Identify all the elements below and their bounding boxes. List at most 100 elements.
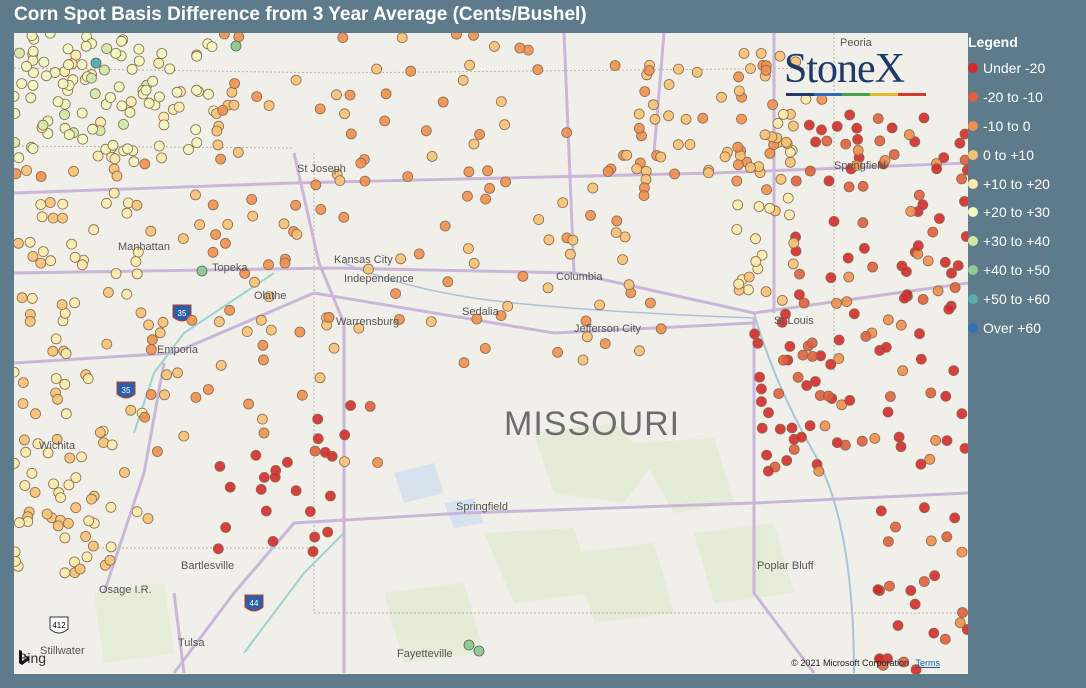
basis-marker[interactable]: [743, 284, 754, 296]
basis-marker[interactable]: [41, 70, 52, 82]
basis-marker[interactable]: [929, 570, 940, 582]
basis-marker[interactable]: [21, 61, 32, 72]
basis-marker[interactable]: [621, 149, 633, 161]
basis-marker[interactable]: [833, 334, 845, 346]
basis-marker[interactable]: [732, 199, 744, 211]
basis-marker[interactable]: [731, 224, 743, 235]
basis-marker[interactable]: [145, 389, 157, 400]
basis-marker[interactable]: [27, 45, 39, 57]
basis-marker[interactable]: [463, 166, 475, 178]
basis-marker[interactable]: [831, 121, 843, 132]
basis-marker[interactable]: [191, 84, 202, 96]
basis-marker[interactable]: [857, 180, 869, 192]
basis-marker[interactable]: [315, 203, 327, 215]
basis-marker[interactable]: [959, 154, 968, 166]
basis-marker[interactable]: [860, 330, 872, 342]
basis-marker[interactable]: [502, 300, 514, 312]
basis-marker[interactable]: [867, 261, 878, 273]
basis-marker[interactable]: [76, 451, 87, 463]
basis-marker[interactable]: [914, 328, 925, 340]
basis-marker[interactable]: [813, 465, 825, 477]
basis-marker[interactable]: [468, 257, 480, 269]
basis-marker[interactable]: [648, 99, 659, 111]
basis-marker[interactable]: [83, 515, 95, 527]
basis-marker[interactable]: [105, 501, 117, 513]
basis-marker[interactable]: [543, 234, 555, 246]
basis-marker[interactable]: [684, 139, 696, 150]
basis-marker[interactable]: [750, 233, 761, 245]
basis-marker[interactable]: [104, 554, 116, 566]
basis-marker[interactable]: [840, 138, 852, 150]
basis-marker[interactable]: [474, 129, 486, 140]
basis-marker[interactable]: [26, 292, 38, 304]
basis-marker[interactable]: [733, 159, 744, 171]
basis-marker[interactable]: [312, 413, 324, 425]
basis-marker[interactable]: [787, 120, 799, 132]
basis-marker[interactable]: [781, 455, 793, 466]
basis-marker[interactable]: [371, 63, 383, 75]
basis-marker[interactable]: [395, 253, 407, 265]
basis-marker[interactable]: [565, 248, 576, 260]
basis-marker[interactable]: [901, 266, 912, 278]
basis-marker[interactable]: [60, 408, 72, 420]
basis-marker[interactable]: [224, 304, 236, 316]
basis-marker[interactable]: [645, 297, 656, 309]
basis-marker[interactable]: [122, 143, 133, 155]
basis-marker[interactable]: [121, 288, 133, 300]
legend-item[interactable]: Over +60: [968, 313, 1086, 342]
basis-marker[interactable]: [334, 175, 346, 187]
map-panel[interactable]: 35 35 44 412 Peoria Springfield St Joseph Manh…: [14, 33, 968, 674]
basis-marker[interactable]: [345, 128, 357, 140]
basis-marker[interactable]: [44, 33, 56, 39]
basis-marker[interactable]: [396, 33, 408, 44]
basis-marker[interactable]: [425, 316, 437, 328]
basis-marker[interactable]: [191, 137, 203, 148]
basis-marker[interactable]: [35, 199, 47, 210]
basis-marker[interactable]: [202, 384, 214, 395]
basis-marker[interactable]: [99, 64, 110, 76]
basis-marker[interactable]: [14, 168, 22, 180]
basis-marker[interactable]: [959, 443, 968, 454]
basis-marker[interactable]: [561, 127, 573, 138]
basis-marker[interactable]: [339, 456, 351, 468]
basis-marker[interactable]: [480, 193, 492, 205]
basis-marker[interactable]: [314, 372, 326, 384]
basis-marker[interactable]: [810, 136, 821, 148]
basis-marker[interactable]: [895, 319, 907, 331]
basis-marker[interactable]: [113, 81, 125, 93]
basis-marker[interactable]: [790, 175, 802, 187]
basis-marker[interactable]: [131, 199, 143, 211]
basis-marker[interactable]: [55, 492, 66, 504]
basis-marker[interactable]: [852, 145, 864, 156]
basis-marker[interactable]: [917, 199, 929, 211]
basis-marker[interactable]: [26, 33, 38, 42]
basis-marker[interactable]: [171, 86, 183, 98]
basis-marker[interactable]: [224, 481, 236, 493]
basis-marker[interactable]: [442, 276, 454, 288]
basis-marker[interactable]: [106, 439, 118, 451]
legend-item[interactable]: +20 to +30: [968, 198, 1086, 227]
basis-marker[interactable]: [903, 129, 915, 141]
basis-marker[interactable]: [774, 423, 786, 435]
basis-marker[interactable]: [27, 250, 39, 262]
basis-marker[interactable]: [24, 315, 36, 327]
basis-marker[interactable]: [884, 580, 895, 592]
basis-marker[interactable]: [745, 63, 756, 74]
basis-marker[interactable]: [76, 259, 88, 271]
basis-marker[interactable]: [617, 254, 628, 266]
basis-marker[interactable]: [101, 197, 112, 209]
basis-marker[interactable]: [146, 334, 158, 346]
basis-marker[interactable]: [828, 215, 840, 227]
basis-marker[interactable]: [63, 517, 74, 529]
basis-marker[interactable]: [882, 406, 894, 418]
basis-marker[interactable]: [930, 434, 941, 446]
basis-marker[interactable]: [246, 193, 258, 205]
basis-marker[interactable]: [457, 74, 469, 86]
basis-marker[interactable]: [909, 598, 921, 610]
basis-marker[interactable]: [794, 268, 805, 280]
basis-marker[interactable]: [214, 460, 226, 472]
basis-marker[interactable]: [82, 373, 94, 385]
basis-marker[interactable]: [48, 478, 59, 490]
basis-marker[interactable]: [323, 311, 335, 323]
basis-marker[interactable]: [927, 226, 939, 238]
